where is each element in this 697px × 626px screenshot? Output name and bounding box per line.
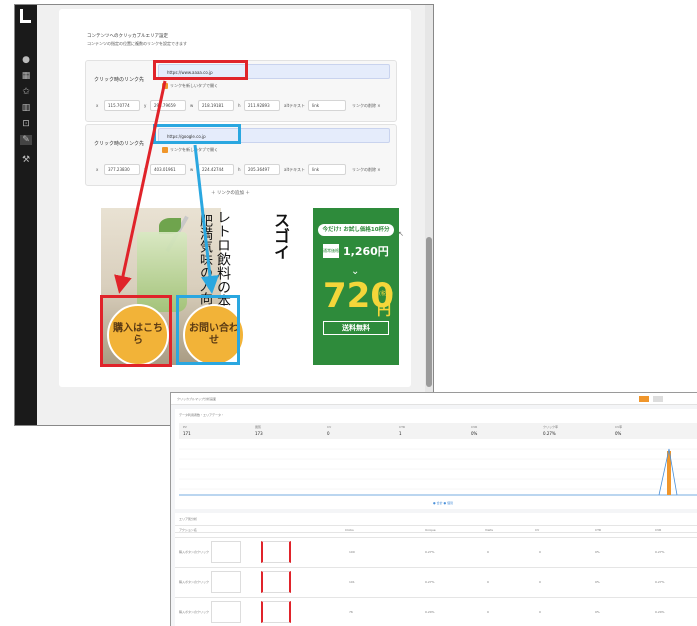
y-label: y	[144, 167, 147, 172]
h-input[interactable]: 205.36497	[244, 164, 280, 175]
analytics-title: クリッカブルマップ分析画面	[177, 397, 217, 401]
new-tab-checkbox[interactable]	[162, 83, 168, 89]
area-thumbnail	[211, 541, 241, 563]
area-thumbnail	[261, 601, 291, 623]
new-tab-checkbox[interactable]	[162, 147, 168, 153]
delete-link-button[interactable]: リンクの削除 ×	[352, 103, 381, 108]
h-label: h	[238, 167, 241, 172]
table-header: アクション名 Clicks Unique Visits CV CTR CVR	[175, 525, 697, 533]
regular-tag: 通常価格	[323, 244, 339, 258]
period-button-2[interactable]	[653, 396, 663, 402]
stat-label: CTR	[399, 425, 406, 429]
stat-label: クリック率	[543, 425, 559, 429]
table-row[interactable]: 購入ボタンのクリック 76 0.20% 0 0 0% 0.20%	[175, 597, 697, 625]
stat-label: CV	[327, 425, 332, 429]
cursor-icon: ↖	[398, 230, 404, 238]
trial-badge: 今だけ! お試し価格10杯分	[318, 224, 394, 236]
y-label: y	[144, 103, 147, 108]
y-input[interactable]: 403.01961	[150, 164, 186, 175]
chart-icon[interactable]: ▥	[20, 103, 32, 113]
w-input[interactable]: 224.42744	[198, 164, 234, 175]
headline-text: スゴイ	[271, 212, 290, 260]
alt-label: altテキスト	[284, 103, 306, 108]
w-input[interactable]: 218.19181	[198, 100, 234, 111]
url-highlight-blue	[153, 124, 241, 144]
y-input[interactable]: 293.79659	[150, 100, 186, 111]
scrollbar-thumb[interactable]	[426, 237, 432, 387]
tax-label: (税込)	[379, 291, 393, 297]
stat-value: 0.27%	[543, 431, 556, 436]
x-input[interactable]: 377.23830	[104, 164, 140, 175]
area-thumbnail	[211, 571, 241, 593]
delete-link-button[interactable]: リンクの削除 ×	[352, 167, 381, 172]
stat-value: 0	[327, 431, 330, 436]
link-label: クリック時のリンク先	[94, 77, 145, 83]
link-label: クリック時のリンク先	[94, 141, 145, 147]
stat-value: 171	[183, 431, 191, 436]
chart-legend: ● 合計 ● 個別	[433, 501, 454, 505]
summary-panel: データ利用者数・エリアデータ・ PV 171 閲覧 173 CV 0 CTR 1…	[175, 409, 697, 509]
area-thumbnail	[261, 571, 291, 593]
period-button[interactable]	[639, 396, 649, 402]
area-table: エリア別分析 アクション名 Clicks Unique Visits CV CT…	[175, 513, 697, 626]
area-thumbnail	[261, 541, 291, 563]
grid-icon[interactable]: ▦	[20, 71, 32, 81]
h-input[interactable]: 211.92893	[244, 100, 280, 111]
price-panel: 今だけ! お試し価格10杯分 通常価格 1,260円 ⌄ 720 円 (税込) …	[313, 208, 399, 365]
logo-icon	[18, 9, 34, 25]
new-tab-label: リンクを新しいタブで開く	[170, 83, 218, 88]
alt-input[interactable]: link	[308, 164, 346, 175]
click-area-row-2: クリック時のリンク先 https://google.co.jp リンクを新しいタ…	[85, 124, 397, 186]
w-label: w	[190, 103, 194, 108]
star-icon[interactable]: ✩	[20, 87, 32, 97]
new-tab-label: リンクを新しいタブで開く	[170, 147, 218, 152]
edit-icon[interactable]: ✎	[20, 135, 32, 145]
editor-window: ● ▦ ✩ ▥ ⊡ ✎ ⚒ コンテンツへのクリッカブルエリア設定 コンテンツの指…	[14, 4, 434, 426]
analytics-window: クリッカブルマップ分析画面 データ利用者数・エリアデータ・ PV 171 閲覧 …	[170, 392, 697, 626]
side-rail: ● ▦ ✩ ▥ ⊡ ✎ ⚒	[15, 5, 37, 425]
buy-area-highlight	[100, 295, 172, 367]
x-label: x	[96, 103, 99, 108]
section-title: コンテンツへのクリッカブルエリア設定	[87, 34, 168, 39]
h-label: h	[238, 103, 241, 108]
analytics-header: クリッカブルマップ分析画面	[171, 393, 697, 405]
table-row[interactable]: 購入ボタンのクリック 100 0.27% 0 0 0% 0.27%	[175, 537, 697, 565]
add-link-button[interactable]: ＋ リンクの追加 ＋	[211, 191, 250, 196]
stat-label: 閲覧	[255, 425, 262, 429]
alt-label: altテキスト	[284, 167, 306, 172]
alt-input[interactable]: link	[308, 100, 346, 111]
stat-label: CV率	[615, 425, 623, 429]
table-title: エリア別分析	[179, 517, 198, 521]
click-chart	[179, 448, 697, 496]
w-label: w	[190, 167, 194, 172]
stat-value: 1	[399, 431, 402, 436]
x-label: x	[96, 167, 99, 172]
section-subtitle: コンテンツの指定の位置に複数のリンクを設定できます	[87, 41, 187, 46]
summary-label: データ利用者数・エリアデータ・	[179, 413, 225, 417]
stat-value: 0%	[615, 431, 622, 436]
cart-icon[interactable]: ⊡	[20, 119, 32, 129]
price-unit: 円	[377, 303, 391, 319]
table-row[interactable]: 購入ボタンのクリック 101 0.27% 0 0 0% 0.27%	[175, 567, 697, 595]
stat-value: 0%	[471, 431, 478, 436]
stat-label: PV	[183, 425, 187, 429]
stat-value: 173	[255, 431, 263, 436]
tool-icon[interactable]: ⚒	[20, 155, 32, 165]
url-highlight-red	[153, 60, 248, 80]
area-thumbnail	[211, 601, 241, 623]
x-input[interactable]: 115.70774	[104, 100, 140, 111]
stat-label: CVR	[471, 425, 478, 429]
regular-price: 1,260円	[343, 245, 389, 258]
free-shipping-badge: 送料無料	[323, 321, 389, 335]
dot-icon[interactable]: ●	[20, 55, 32, 65]
contact-area-highlight	[176, 295, 240, 365]
scrollbar[interactable]	[425, 5, 433, 425]
